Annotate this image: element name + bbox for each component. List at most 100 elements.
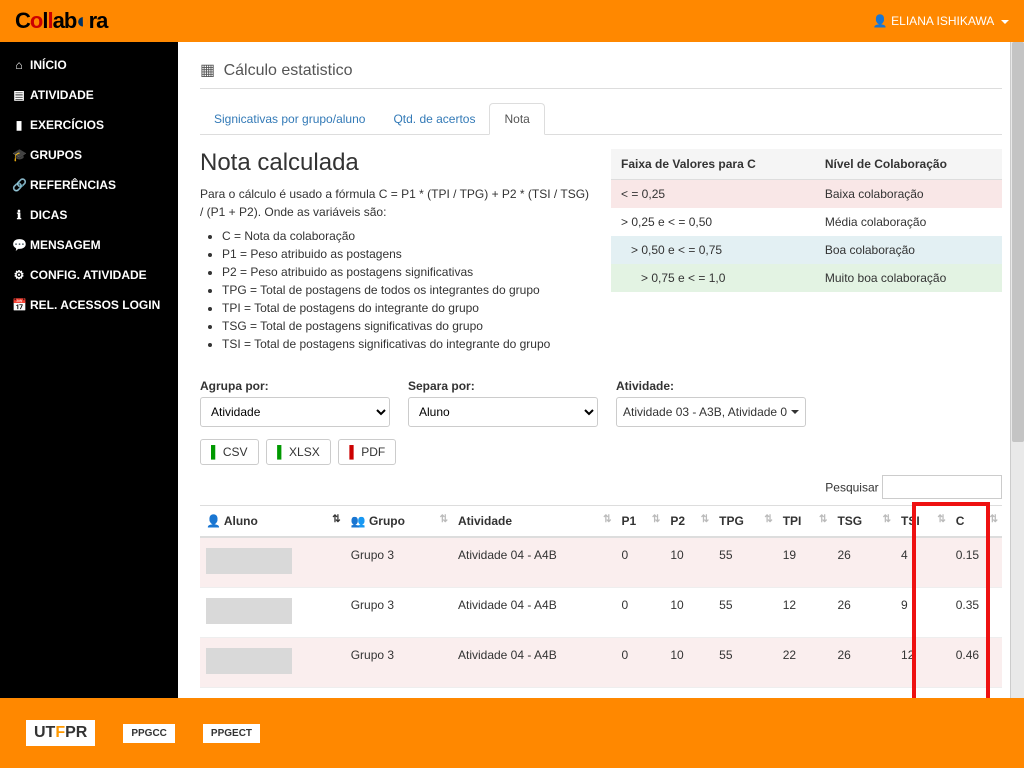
filters: Agrupa por: Atividade Separa por: Aluno … — [200, 379, 1002, 427]
footer: UTFPR PPGCC PPGECT — [0, 698, 1024, 768]
variable-item: TPI = Total de postagens do integrante d… — [222, 299, 591, 317]
col-c[interactable]: C⇅ — [950, 506, 1002, 538]
legend-row: > 0,25 e < = 0,50Média colaboração — [611, 208, 1002, 236]
legend-head-range: Faixa de Valores para C — [611, 149, 815, 180]
user-icon: 👤 — [206, 514, 221, 528]
topbar: Collab◐ra 👤 ELIANA ISHIKAWA — [0, 0, 1024, 42]
col-aluno[interactable]: 👤 Aluno⇅ — [200, 506, 345, 538]
sidebar-item-0[interactable]: ⌂INÍCIO — [0, 50, 178, 80]
table-row: Grupo 3Atividade 04 - A4B010552226120.46 — [200, 638, 1002, 688]
logo: Collab◐ra — [15, 8, 107, 34]
file-icon: ▌ — [211, 445, 220, 459]
sidebar-item-8[interactable]: 📅REL. ACESSOS LOGIN — [0, 290, 178, 320]
variable-item: P2 = Peso atribuido as postagens signifi… — [222, 263, 591, 281]
legend-row: > 0,50 e < = 0,75Boa colaboração — [611, 236, 1002, 264]
data-table: 👤 Aluno⇅👥 Grupo⇅Atividade⇅P1⇅P2⇅TPG⇅TPI⇅… — [200, 505, 1002, 698]
sort-icon: ⇅ — [332, 514, 338, 525]
user-icon: 👤 — [873, 14, 888, 28]
user-name: ELIANA ISHIKAWA — [891, 14, 993, 28]
sort-icon: ⇅ — [652, 514, 658, 525]
col-atividade[interactable]: Atividade⇅ — [452, 506, 616, 538]
sidebar-icon: ▤ — [12, 88, 26, 102]
chevron-down-icon — [1001, 20, 1009, 24]
aluno-placeholder — [206, 598, 292, 624]
page-title-text: Cálculo estatistico — [224, 62, 353, 79]
section-heading: Nota calculada — [200, 149, 591, 177]
sort-icon: ⇅ — [764, 514, 770, 525]
table-row: Grupo 3Atividade 04 - A4B01055192640.15 — [200, 537, 1002, 588]
legend-head-level: Nível de Colaboração — [815, 149, 1002, 180]
separa-label: Separa por: — [408, 379, 598, 393]
agrupa-label: Agrupa por: — [200, 379, 390, 393]
col-tpg[interactable]: TPG⇅ — [713, 506, 777, 538]
formula-intro: Para o cálculo é usado a fórmula C = P1 … — [200, 185, 591, 221]
footer-logo-ppgect: PPGECT — [203, 724, 260, 743]
legend-row: < = 0,25Baixa colaboração — [611, 180, 1002, 209]
variable-item: TSI = Total de postagens significativas … — [222, 335, 591, 353]
group-icon: 👥 — [351, 514, 366, 528]
sidebar-item-7[interactable]: ⚙CONFIG. ATIVIDADE — [0, 260, 178, 290]
search-input[interactable] — [882, 475, 1002, 499]
search-label: Pesquisar — [825, 481, 878, 495]
export-pdf-button[interactable]: ▌ PDF — [338, 439, 396, 465]
variable-item: TSG = Total de postagens significativas … — [222, 317, 591, 335]
sidebar-icon: ⚙ — [12, 268, 26, 282]
col-p1[interactable]: P1⇅ — [615, 506, 664, 538]
variable-item: P1 = Peso atribuido as postagens — [222, 245, 591, 263]
atividade-dropdown[interactable]: Atividade 03 - A3B, Atividade 0 — [616, 397, 806, 427]
sidebar: ⌂INÍCIO▤ATIVIDADE▮EXERCÍCIOS🎓GRUPOS🔗REFE… — [0, 42, 178, 698]
aluno-placeholder — [206, 548, 292, 574]
table-row: Grupo 3Atividade 04 - A4B0105522610.04 — [200, 688, 1002, 699]
variable-item: TPG = Total de postagens de todos os int… — [222, 281, 591, 299]
sort-icon: ⇅ — [819, 514, 825, 525]
page-title: ▦ Cálculo estatistico — [200, 60, 1002, 89]
col-p2[interactable]: P2⇅ — [664, 506, 713, 538]
sort-icon: ⇅ — [883, 514, 889, 525]
sidebar-item-6[interactable]: 💬MENSAGEM — [0, 230, 178, 260]
table-row: Grupo 3Atividade 04 - A4B01055122690.35 — [200, 588, 1002, 638]
sidebar-item-2[interactable]: ▮EXERCÍCIOS — [0, 110, 178, 140]
col-grupo[interactable]: 👥 Grupo⇅ — [345, 506, 452, 538]
atividade-label: Atividade: — [616, 379, 806, 393]
chevron-down-icon — [791, 410, 799, 414]
footer-logo-ppgcc: PPGCC — [123, 724, 175, 743]
file-icon: ▌ — [277, 445, 286, 459]
col-tpi[interactable]: TPI⇅ — [777, 506, 832, 538]
sidebar-icon: ⌂ — [12, 58, 26, 72]
sort-icon: ⇅ — [701, 514, 707, 525]
export-buttons: ▌ CSV ▌ XLSX ▌ PDF — [200, 439, 1002, 465]
sidebar-item-5[interactable]: ℹDICAS — [0, 200, 178, 230]
sidebar-icon: ℹ — [12, 208, 26, 222]
sidebar-icon: 💬 — [12, 238, 26, 252]
separa-select[interactable]: Aluno — [408, 397, 598, 427]
scrollbar-thumb[interactable] — [1012, 42, 1024, 442]
sidebar-icon: ▮ — [12, 118, 26, 132]
export-csv-button[interactable]: ▌ CSV — [200, 439, 259, 465]
aluno-placeholder — [206, 648, 292, 674]
export-xlsx-button[interactable]: ▌ XLSX — [266, 439, 331, 465]
col-tsi[interactable]: TSI⇅ — [895, 506, 950, 538]
sidebar-item-3[interactable]: 🎓GRUPOS — [0, 140, 178, 170]
sidebar-item-1[interactable]: ▤ATIVIDADE — [0, 80, 178, 110]
atividade-value: Atividade 03 - A3B, Atividade 0 — [623, 405, 787, 419]
tab-2[interactable]: Nota — [489, 103, 544, 135]
file-icon: ▌ — [349, 445, 358, 459]
user-menu[interactable]: 👤 ELIANA ISHIKAWA — [873, 14, 1009, 28]
grid-icon: ▦ — [200, 62, 215, 79]
search-row: Pesquisar — [200, 475, 1002, 499]
variable-item: C = Nota da colaboração — [222, 227, 591, 245]
legend-table: Faixa de Valores para C Nível de Colabor… — [611, 149, 1002, 292]
sidebar-item-4[interactable]: 🔗REFERÊNCIAS — [0, 170, 178, 200]
main-content: ▦ Cálculo estatistico Signicativas por g… — [178, 42, 1024, 698]
scrollbar[interactable] — [1010, 42, 1024, 698]
sort-icon: ⇅ — [990, 514, 996, 525]
legend-row: > 0,75 e < = 1,0Muito boa colaboração — [611, 264, 1002, 292]
tab-0[interactable]: Signicativas por grupo/aluno — [200, 104, 379, 134]
col-tsg[interactable]: TSG⇅ — [831, 506, 895, 538]
tabs: Signicativas por grupo/alunoQtd. de acer… — [200, 103, 1002, 135]
tab-1[interactable]: Qtd. de acertos — [379, 104, 489, 134]
sort-icon: ⇅ — [937, 514, 943, 525]
variable-list: C = Nota da colaboraçãoP1 = Peso atribui… — [222, 227, 591, 353]
sidebar-icon: 🔗 — [12, 178, 26, 192]
agrupa-select[interactable]: Atividade — [200, 397, 390, 427]
